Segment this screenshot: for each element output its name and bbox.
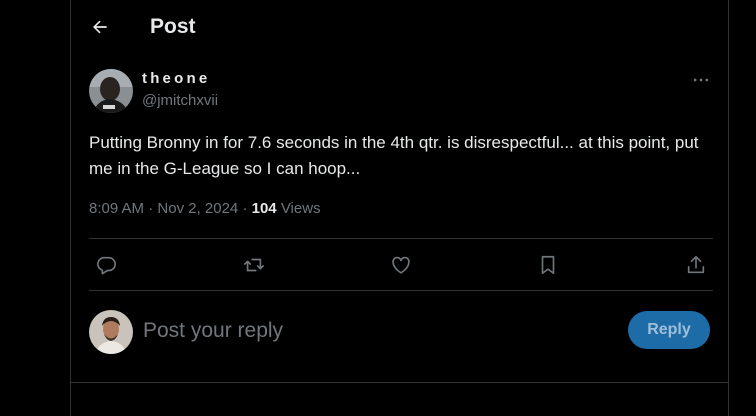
reply-submit-button[interactable]: Reply	[628, 311, 710, 349]
meta-separator: ·	[148, 200, 154, 217]
post-date[interactable]: Nov 2, 2024	[157, 200, 238, 217]
share-icon	[687, 255, 705, 274]
divider	[71, 382, 728, 383]
bookmark-button[interactable]	[536, 253, 560, 277]
views-count: 104	[251, 200, 277, 217]
divider	[89, 238, 713, 239]
heart-icon	[392, 256, 410, 274]
meta-separator: ·	[242, 200, 248, 217]
author-handle[interactable]: @jmitchxvii	[142, 92, 218, 110]
post-meta: 8:09 AM · Nov 2, 2024 · 104 Views	[89, 200, 321, 218]
arrow-left-icon	[93, 20, 107, 34]
divider	[89, 290, 713, 291]
views-label: Views	[280, 200, 321, 217]
back-button[interactable]	[87, 14, 113, 40]
bookmark-icon	[541, 255, 555, 275]
more-options-button[interactable]	[687, 68, 715, 92]
reply-icon	[97, 256, 116, 275]
reply-button[interactable]	[94, 253, 118, 277]
share-button[interactable]	[684, 253, 708, 277]
repost-icon	[244, 258, 264, 272]
current-user-avatar[interactable]	[89, 310, 133, 354]
user-avatar-photo	[89, 310, 133, 354]
like-button[interactable]	[389, 253, 413, 277]
header: Post	[71, 0, 728, 54]
repost-button[interactable]	[242, 253, 266, 277]
more-horizontal-icon	[693, 78, 709, 82]
post-column: Post theone @jmitchxvii Putting Bronny i…	[70, 0, 729, 416]
post-time[interactable]: 8:09 AM	[89, 200, 144, 217]
post-text: Putting Bronny in for 7.6 seconds in the…	[89, 133, 699, 178]
avatar[interactable]	[89, 69, 133, 113]
page-title: Post	[150, 15, 196, 38]
reply-input[interactable]	[143, 315, 603, 347]
avatar-photo	[89, 69, 133, 113]
author-display-name[interactable]: theone	[142, 70, 210, 88]
